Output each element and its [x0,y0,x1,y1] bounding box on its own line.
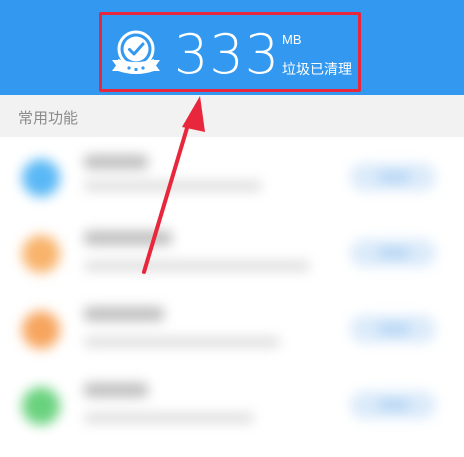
feature-description [84,181,262,191]
list-item[interactable] [0,289,464,365]
feature-description [84,337,280,347]
feature-action-label [378,173,410,181]
feature-description [84,261,310,271]
feature-icon [22,235,60,273]
feature-icon [22,387,60,425]
feature-icon [22,311,60,349]
feature-icon [22,159,60,197]
list-item[interactable] [0,137,464,213]
list-item[interactable] [0,213,464,289]
feature-title [84,155,148,169]
highlight-box [99,12,361,92]
feature-description [84,413,254,423]
feature-action-label [378,325,410,333]
feature-title [84,383,148,397]
feature-action-label [378,249,410,257]
list-item[interactable] [0,365,464,441]
section-title: 常用功能 [18,109,79,127]
feature-title [84,231,172,245]
feature-list [0,137,464,457]
feature-title [84,307,164,321]
feature-action-label [378,401,410,409]
